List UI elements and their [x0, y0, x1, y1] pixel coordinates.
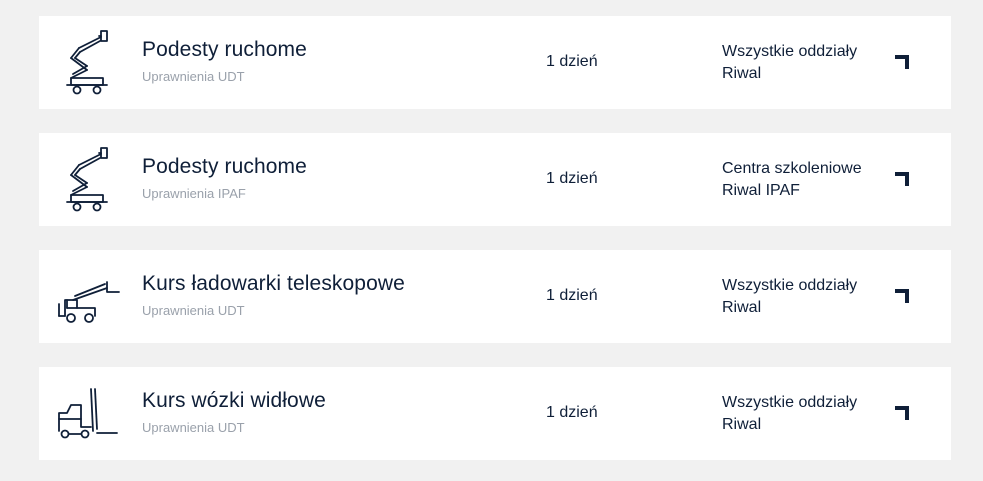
course-title: Kurs wózki widłowe: [142, 389, 326, 412]
aerial-platform-icon: [53, 145, 123, 215]
course-title: Podesty ruchome: [142, 38, 307, 61]
course-subtitle: Uprawnienia UDT: [142, 69, 245, 84]
arrow-corner-icon[interactable]: [895, 172, 909, 186]
location-line: Wszystkie oddziały: [722, 394, 858, 411]
location-line: Riwal IPAF: [722, 182, 800, 199]
course-subtitle: Uprawnienia UDT: [142, 303, 245, 318]
course-location: Wszystkie oddziały Riwal: [722, 275, 857, 319]
course-location: Wszystkie oddziały Riwal: [722, 392, 857, 436]
arrow-corner-icon[interactable]: [895, 406, 909, 420]
course-location: Centra szkoleniowe Riwal IPAF: [722, 158, 862, 202]
location-line: Wszystkie oddziały: [722, 277, 858, 294]
course-duration: 1 dzień: [546, 287, 598, 304]
course-card[interactable]: Kurs wózki widłowe Uprawnienia UDT 1 dzi…: [39, 367, 951, 460]
course-duration: 1 dzień: [546, 404, 598, 421]
telehandler-icon: [53, 262, 123, 332]
forklift-icon: [53, 379, 123, 449]
arrow-corner-icon[interactable]: [895, 289, 909, 303]
course-card[interactable]: Kurs ładowarki teleskopowe Uprawnienia U…: [39, 250, 951, 343]
location-line: Centra szkoleniowe: [722, 160, 862, 177]
location-line: Wszystkie oddziały: [722, 43, 858, 60]
course-title: Podesty ruchome: [142, 155, 307, 178]
location-line: Riwal: [722, 299, 762, 316]
course-duration: 1 dzień: [546, 53, 598, 70]
location-line: Riwal: [722, 416, 762, 433]
course-location: Wszystkie oddziały Riwal: [722, 41, 857, 85]
aerial-platform-icon: [53, 28, 123, 98]
course-subtitle: Uprawnienia IPAF: [142, 186, 246, 201]
course-subtitle: Uprawnienia UDT: [142, 420, 245, 435]
course-title: Kurs ładowarki teleskopowe: [142, 272, 405, 295]
location-line: Riwal: [722, 65, 762, 82]
course-card[interactable]: Podesty ruchome Uprawnienia UDT 1 dzień …: [39, 16, 951, 109]
course-card[interactable]: Podesty ruchome Uprawnienia IPAF 1 dzień…: [39, 133, 951, 226]
arrow-corner-icon[interactable]: [895, 55, 909, 69]
course-duration: 1 dzień: [546, 170, 598, 187]
course-list: Podesty ruchome Uprawnienia UDT 1 dzień …: [0, 0, 983, 481]
